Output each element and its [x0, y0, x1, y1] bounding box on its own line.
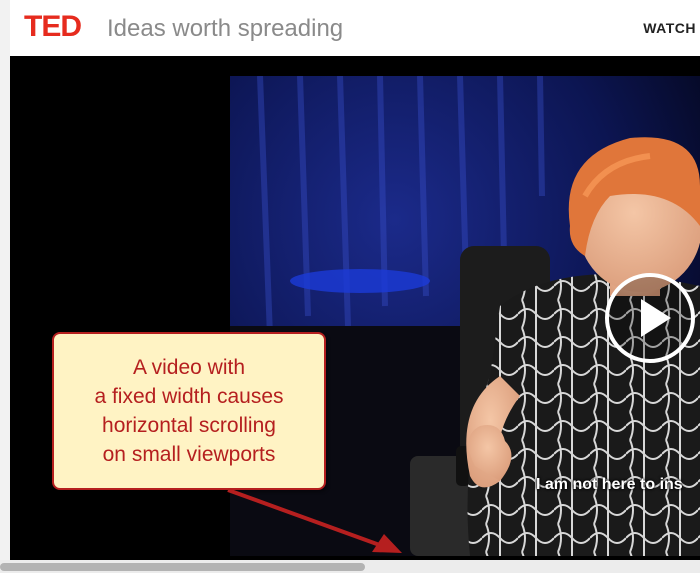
scrollbar-thumb[interactable]	[0, 563, 365, 571]
callout-arrow-icon	[227, 488, 402, 553]
